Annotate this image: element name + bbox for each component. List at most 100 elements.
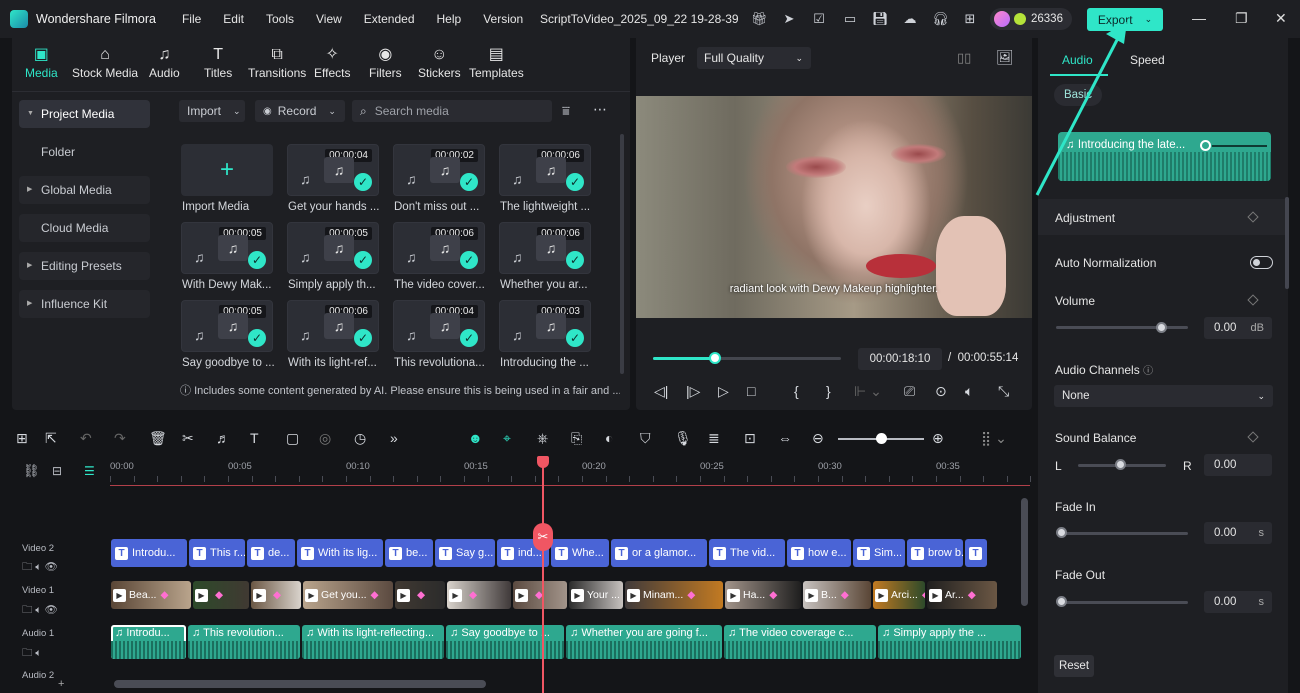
auto-normalization-toggle[interactable] (1250, 256, 1273, 269)
marker-icon[interactable]: ⊩ ⌄ (854, 383, 882, 400)
sidebar-item-project-media[interactable]: ▼ Project Media (19, 100, 150, 128)
media-tile[interactable]: 00:00:05 ♫ ♫ ✓ Simply apply th... (287, 222, 379, 300)
sidebar-item-influence-kit[interactable]: ▶ Influence Kit (19, 290, 150, 318)
title-clip[interactable]: T With its lig... (297, 539, 383, 567)
track-controls[interactable]: 🗀 🔈︎ 👁︎ (22, 559, 58, 577)
fade-out-value-field[interactable]: 0.00 s (1204, 591, 1272, 613)
split-scissor-icon[interactable]: ✂ (533, 523, 553, 551)
select-tool-icon[interactable]: ⇱ (45, 430, 57, 447)
menu-version[interactable]: Version (483, 12, 523, 26)
video-clip[interactable]: ▶ ◆ (193, 581, 249, 609)
title-clip[interactable]: T Sim... (853, 539, 905, 567)
tab-transitions[interactable]: ⧉ Transitions (248, 44, 306, 80)
color-icon[interactable]: ◎ (319, 430, 331, 447)
balance-slider-handle[interactable] (1115, 459, 1126, 470)
sidebar-item-editing-presets[interactable]: ▶ Editing Presets (19, 252, 150, 280)
sidebar-item-global-media[interactable]: ▶ Global Media (19, 176, 150, 204)
media-tile[interactable]: 00:00:06 ♫ ♫ ✓ With its light-ref... (287, 300, 379, 372)
current-timecode[interactable]: 00:00:18:10 (858, 348, 942, 370)
next-frame-icon[interactable]: |▷ (686, 383, 700, 400)
search-input[interactable]: ⌕ Search media (352, 100, 552, 122)
headset-icon[interactable]: 🎧︎ (932, 11, 949, 27)
video-clip[interactable]: ▶ ◆ (447, 581, 511, 609)
snap-icon[interactable]: ⌖ (503, 430, 511, 447)
media-tile[interactable]: 00:00:06 ♫ ♫ ✓ Whether you ar... (499, 222, 591, 300)
fade-in-slider-handle[interactable] (1056, 527, 1067, 538)
zoom-in-icon[interactable]: ⊕ (932, 430, 944, 447)
camera-icon[interactable]: ⎘ (571, 430, 582, 447)
properties-scrollbar[interactable] (1285, 197, 1289, 289)
tab-effects[interactable]: ✧ Effects (314, 44, 350, 80)
playhead-handle[interactable] (537, 456, 549, 468)
title-clip[interactable]: T Say g... (435, 539, 495, 567)
audio-clip[interactable]: ♫ Introdu... (111, 625, 186, 659)
mark-in-icon[interactable]: { (794, 383, 799, 399)
title-clip[interactable]: T Whe... (551, 539, 609, 567)
ai-assistant-icon[interactable]: ☻ (468, 430, 483, 446)
media-tile[interactable]: 00:00:06 ♫ ♫ ✓ The lightweight ... (499, 144, 591, 222)
title-clip[interactable]: T (965, 539, 987, 567)
tab-filters[interactable]: ◉ Filters (369, 44, 402, 80)
media-tile[interactable]: 00:00:04 ♫ ♫ ✓ This revolutiona... (393, 300, 485, 372)
volume-slider-handle[interactable] (1156, 322, 1167, 333)
add-icon[interactable]: + (58, 678, 64, 690)
play-icon[interactable]: ▷ (718, 383, 729, 400)
cloud-upload-icon[interactable]: ☁ (902, 11, 918, 27)
cut-icon[interactable]: ✂ (182, 430, 194, 447)
gift-icon[interactable]: 🎁︎ (751, 11, 768, 27)
media-tile[interactable]: 00:00:03 ♫ ♫ ✓ Introducing the ... (499, 300, 591, 372)
reset-button[interactable]: Reset (1054, 655, 1094, 677)
timeline-horizontal-scrollbar[interactable] (114, 680, 486, 688)
menu-tools[interactable]: Tools (266, 12, 294, 26)
timeline-ruler[interactable]: 00:00 00:05 00:10 00:15 00:20 00:25 00:30 00:35 (110, 456, 1032, 486)
track-layout-icon[interactable]: ☰ (84, 464, 95, 478)
video-clip[interactable]: ▶Your ...◆ (569, 581, 623, 609)
video-clip[interactable]: ▶ Minam... ◆ (625, 581, 723, 609)
title-clip[interactable]: T The vid... (709, 539, 785, 567)
track-controls[interactable]: 🗀 🔈︎ 👁︎ (22, 602, 58, 620)
title-clip[interactable]: Tbe... (385, 539, 433, 567)
fade-in-slider[interactable] (1058, 532, 1188, 535)
media-tile[interactable]: 00:00:06 ♫ ♫ ✓ The video cover... (393, 222, 485, 300)
import-dropdown[interactable]: Import ⌄ (179, 100, 245, 122)
media-tile[interactable]: 00:00:05 ♫ ♫ ✓ Say goodbye to ... (181, 300, 274, 372)
save-icon[interactable]: 💾︎ (872, 11, 889, 27)
add-track-icon[interactable]: ⊟ (52, 464, 62, 478)
export-button[interactable]: Export ⌄ (1087, 8, 1163, 31)
video-clip[interactable]: ▶ B... ◆ (803, 581, 871, 609)
close-icon[interactable]: ✕ (1275, 10, 1287, 27)
video-clip[interactable]: ▶ Get you... ◆ (303, 581, 393, 609)
chevron-down-icon[interactable]: ⌄ (1145, 14, 1153, 25)
speed-icon[interactable]: ◷ (354, 430, 366, 447)
audio-edit-icon[interactable]: ♬ (216, 430, 230, 446)
credits-badge[interactable]: 26336 (990, 8, 1072, 30)
record-dropdown[interactable]: ◉ Record ⌄ (255, 100, 345, 122)
snapshot-icon[interactable]: ⊙ (935, 383, 947, 400)
media-tile[interactable]: 00:00:02 ♫ ♫ ✓ Don't miss out ... (393, 144, 485, 222)
video-clip[interactable]: ▶ ◆ (395, 581, 445, 609)
title-clip[interactable]: Thow e... (787, 539, 851, 567)
menu-edit[interactable]: Edit (223, 12, 244, 26)
audio-clip[interactable]: ♫ With its light-reflecting... (302, 625, 444, 659)
video-clip[interactable]: ▶ ◆ (251, 581, 301, 609)
send-icon[interactable]: ➤ (781, 11, 797, 27)
tab-stickers[interactable]: ☺ Stickers (418, 44, 461, 80)
media-tile[interactable]: 00:00:04 ♫ ♫ ✓ Get your hands ... (287, 144, 379, 222)
mark-out-icon[interactable]: } (826, 383, 831, 399)
feedback-icon[interactable]: ☑ (811, 11, 827, 27)
sidebar-item-cloud-media[interactable]: Cloud Media (19, 214, 150, 242)
volume-value-field[interactable]: 0.00 dB (1204, 317, 1272, 339)
undo-icon[interactable]: ↶ (80, 430, 92, 447)
audio-clip[interactable]: ♫ This revolution... (188, 625, 300, 659)
avatar[interactable] (994, 11, 1010, 27)
track-controls[interactable]: 🗀 🔈︎ (22, 645, 42, 663)
zoom-slider-handle[interactable] (876, 433, 887, 444)
tab-titles[interactable]: T Titles (204, 44, 232, 80)
grid-apps-icon[interactable]: ⊞ (962, 11, 978, 27)
adjustment-section[interactable]: Adjustment (1038, 199, 1288, 235)
shield-icon[interactable]: ⛉ (640, 430, 651, 447)
tab-speed[interactable]: Speed (1130, 53, 1165, 67)
balance-value-field[interactable]: 0.00 (1204, 454, 1272, 476)
title-clip[interactable]: Tbrow b... (907, 539, 963, 567)
stop-icon[interactable]: □ (747, 383, 755, 399)
